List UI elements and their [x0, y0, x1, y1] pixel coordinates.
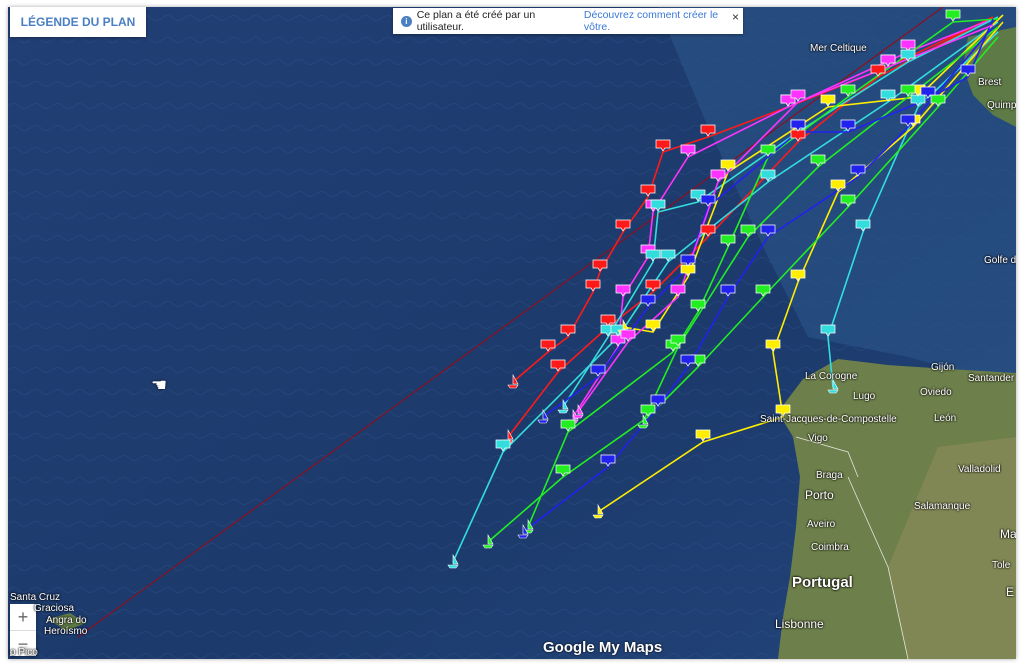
hand-cursor-icon: ☚: [151, 375, 168, 395]
google-wordmark: Google: [543, 639, 595, 656]
label-valladolid: Valladolid: [958, 464, 1001, 475]
label-golfe: Golfe d: [984, 255, 1016, 266]
label-gijon: Gijón: [931, 362, 955, 373]
user-map-notice: i Ce plan a été créé par un utilisateur.…: [393, 8, 743, 34]
label-la-corogne: La Corogne: [805, 371, 858, 382]
label-pico: o Pico: [10, 647, 38, 658]
label-heroismo: Heroísmo: [44, 626, 88, 637]
label-braga: Braga: [816, 470, 843, 481]
label-porto: Porto: [805, 488, 834, 502]
label-graciosa: Graciosa: [34, 603, 75, 614]
label-quimper: Quimp: [987, 100, 1016, 111]
label-vigo: Vigo: [808, 433, 828, 444]
create-map-link[interactable]: Découvrez comment créer le vôtre.: [584, 9, 743, 33]
notice-text: Ce plan a été créé par un utilisateur.: [416, 9, 536, 33]
mymaps-wordmark: My Maps: [594, 639, 663, 656]
label-madrid: Ma: [1000, 527, 1016, 541]
label-mer-celtique: Mer Celtique: [810, 43, 867, 54]
label-lisbonne: Lisbonne: [775, 617, 824, 631]
label-oviedo: Oviedo: [920, 387, 952, 398]
label-lugo: Lugo: [853, 391, 876, 402]
label-aveiro: Aveiro: [807, 519, 836, 530]
map-frame[interactable]: LÉGENDE DU PLAN i Ce plan a été créé par…: [8, 7, 1016, 659]
label-toledo: Tole: [992, 560, 1011, 571]
legend-button[interactable]: LÉGENDE DU PLAN: [10, 7, 146, 37]
label-portugal: Portugal: [792, 574, 853, 591]
close-icon[interactable]: ×: [732, 10, 739, 24]
label-santa-cruz: Santa Cruz: [10, 592, 61, 603]
label-santander: Santander: [968, 373, 1015, 384]
label-santiago: Saint-Jacques-de-Compostelle: [760, 414, 897, 425]
label-coimbra: Coimbra: [811, 542, 849, 553]
label-east: E: [1006, 585, 1015, 599]
google-mymaps-logo: Google My Maps: [543, 639, 662, 656]
label-salamanque: Salamanque: [914, 501, 971, 512]
label-leon: León: [934, 413, 957, 424]
info-icon: i: [401, 15, 412, 27]
map-canvas[interactable]: [8, 7, 1016, 659]
label-angra: Angra do: [46, 615, 87, 626]
label-brest: Brest: [978, 77, 1002, 88]
zoom-in-button[interactable]: +: [10, 604, 36, 630]
